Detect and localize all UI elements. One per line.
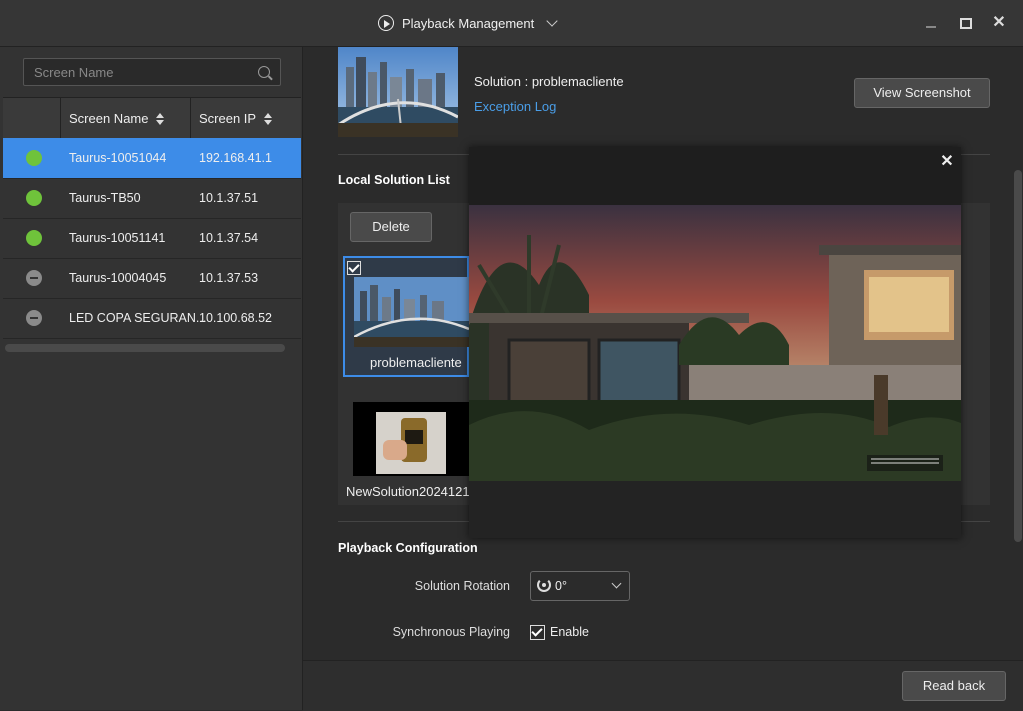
table-row[interactable]: LED COPA SEGURAN... 10.100.68.52 <box>3 298 301 339</box>
solution-checkbox[interactable] <box>347 261 361 275</box>
play-icon <box>378 15 394 31</box>
solution-rotation-label: Solution Rotation <box>414 579 510 593</box>
view-screenshot-button[interactable]: View Screenshot <box>854 78 990 108</box>
modal-fade-overlay <box>469 481 961 538</box>
status-offline-icon <box>26 310 42 326</box>
screen-name: LED COPA SEGURAN... <box>69 311 207 325</box>
table-row[interactable]: Taurus-TB50 10.1.37.51 <box>3 178 301 219</box>
column-divider <box>60 98 61 138</box>
rotate-icon <box>537 578 551 592</box>
search-icon[interactable] <box>258 66 270 78</box>
rotation-value: 0° <box>555 579 567 593</box>
sync-enable-checkbox[interactable] <box>530 625 545 640</box>
screen-name: Taurus-10004045 <box>69 271 167 285</box>
table-row[interactable]: Taurus-10051141 10.1.37.54 <box>3 218 301 259</box>
screen-list-panel: Screen Name Screen Name Screen IP Taurus… <box>0 47 303 710</box>
sync-enable-label: Enable <box>550 625 589 639</box>
chevron-down-icon <box>546 15 558 27</box>
table-row[interactable]: Taurus-10051044 192.168.41.1 <box>3 138 301 179</box>
sort-icon[interactable] <box>264 112 273 125</box>
solution-card-label: problemacliente <box>370 355 462 370</box>
table-header: Screen Name Screen IP <box>3 97 301 139</box>
rotation-select[interactable]: 0° <box>530 571 630 601</box>
screen-name: Taurus-TB50 <box>69 191 141 205</box>
status-offline-icon <box>26 270 42 286</box>
solution-card-thumbnail <box>353 402 469 476</box>
minimize-button[interactable] <box>922 14 940 32</box>
chevron-down-icon <box>611 578 622 589</box>
search-input[interactable]: Screen Name <box>23 58 281 86</box>
status-online-icon <box>26 230 42 246</box>
delete-button[interactable]: Delete <box>350 212 432 242</box>
screen-ip: 10.100.68.52 <box>199 311 272 325</box>
screen-name: Taurus-10051044 <box>69 151 167 165</box>
screen-ip: 10.1.37.51 <box>199 191 259 205</box>
search-placeholder: Screen Name <box>34 65 114 80</box>
sort-icon[interactable] <box>156 112 165 125</box>
local-solution-list-title: Local Solution List <box>338 173 450 187</box>
column-header-name[interactable]: Screen Name <box>69 111 165 126</box>
title-bar: Playback Management ✕ <box>0 0 1023 47</box>
title-dropdown[interactable]: Playback Management <box>378 15 558 31</box>
maximize-button[interactable] <box>956 14 974 32</box>
status-online-icon <box>26 150 42 166</box>
horizontal-scrollbar[interactable] <box>5 344 285 352</box>
synchronous-playing-label: Synchronous Playing <box>392 625 510 639</box>
solution-label: Solution : problemacliente <box>474 74 624 89</box>
solution-thumbnail <box>338 47 458 137</box>
screenshot-image <box>469 205 961 481</box>
vertical-scrollbar[interactable] <box>1014 170 1022 542</box>
close-icon[interactable]: ✕ <box>939 153 955 171</box>
close-button[interactable]: ✕ <box>990 14 1008 32</box>
screen-name: Taurus-10051141 <box>69 231 166 245</box>
table-row[interactable]: Taurus-10004045 10.1.37.53 <box>3 258 301 299</box>
screen-ip: 10.1.37.53 <box>199 271 259 285</box>
column-header-name-label: Screen Name <box>69 111 149 126</box>
read-back-button[interactable]: Read back <box>902 671 1006 701</box>
screen-ip: 10.1.37.54 <box>199 231 259 245</box>
playback-configuration-title: Playback Configuration <box>338 541 478 555</box>
status-online-icon <box>26 190 42 206</box>
column-divider <box>190 98 191 138</box>
window-title: Playback Management <box>402 15 535 31</box>
column-header-ip[interactable]: Screen IP <box>199 111 273 126</box>
screen-ip: 192.168.41.1 <box>199 151 272 165</box>
solution-card-thumbnail <box>354 277 469 347</box>
exception-log-link[interactable]: Exception Log <box>474 99 556 114</box>
column-header-ip-label: Screen IP <box>199 111 257 126</box>
